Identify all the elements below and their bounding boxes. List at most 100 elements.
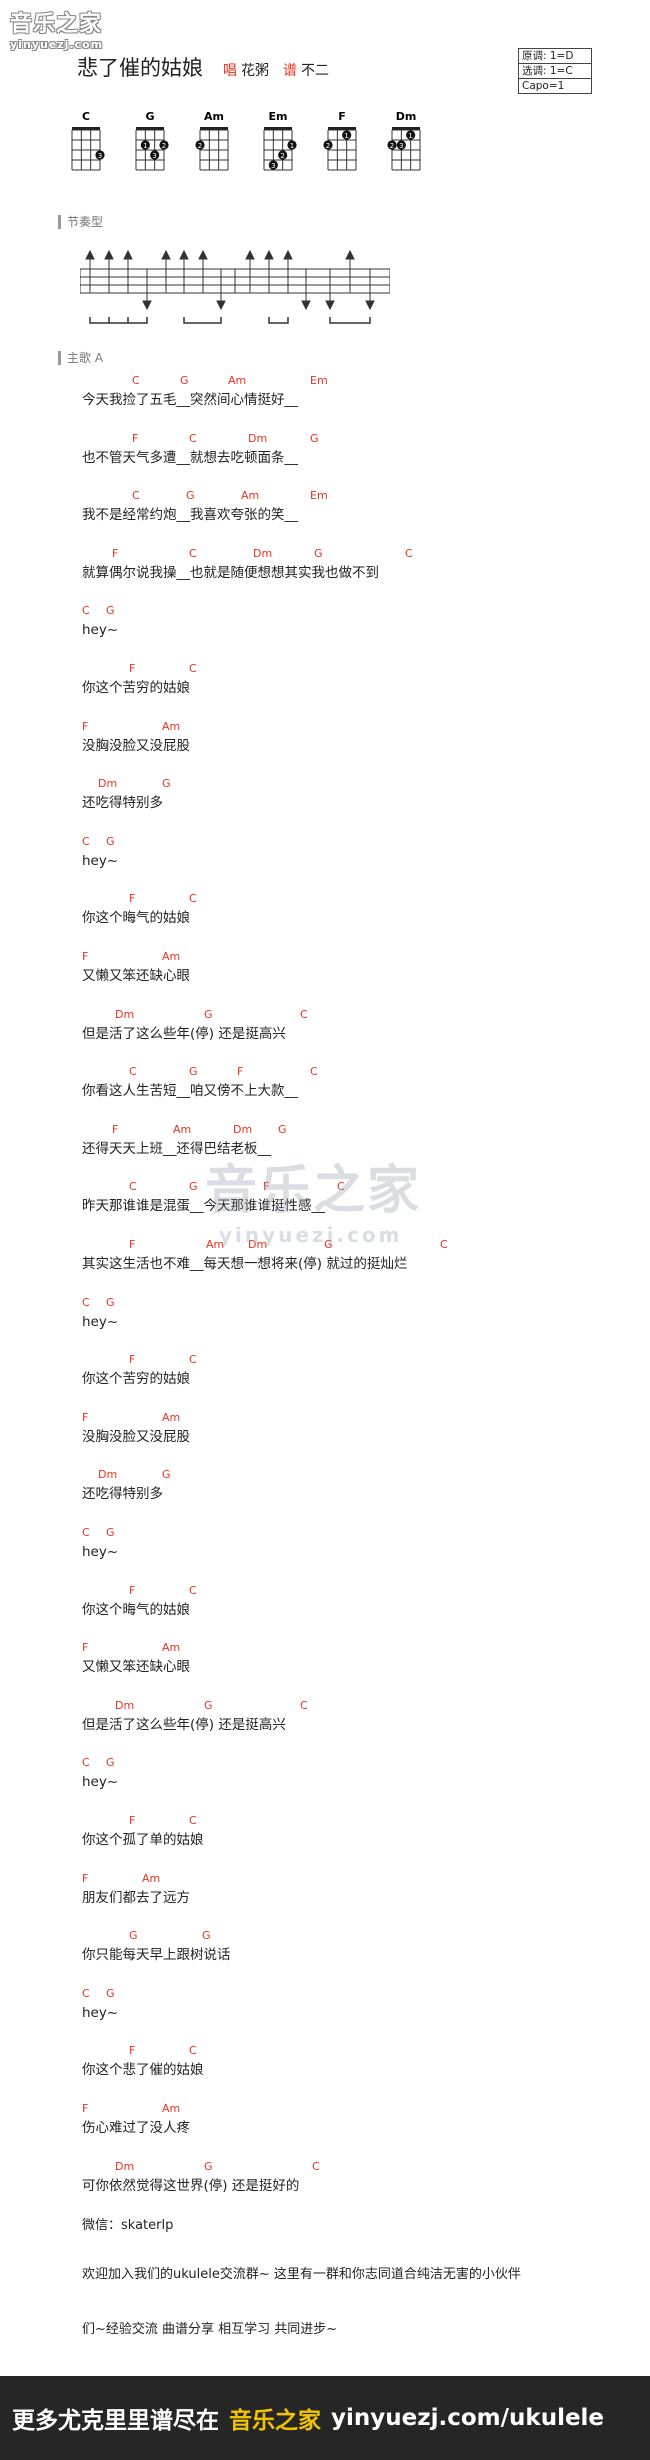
chord-row: FC bbox=[82, 662, 197, 678]
finger-number: 1 bbox=[290, 142, 294, 150]
chord-label: G bbox=[106, 1296, 115, 1309]
chord-label: F bbox=[82, 1411, 89, 1424]
chord-label: F bbox=[129, 2044, 136, 2057]
chord-label: Em bbox=[310, 489, 328, 502]
arranger-label: 谱 bbox=[283, 63, 297, 79]
chord-label: F bbox=[82, 1872, 89, 1885]
lyric-text: 你这个苦穷的姑娘 bbox=[82, 680, 190, 696]
chord-label: G bbox=[278, 1123, 287, 1136]
arranger-name: 不二 bbox=[301, 63, 329, 79]
chord-label: Am bbox=[162, 1411, 181, 1424]
finger-number: 3 bbox=[399, 142, 403, 150]
chord-diagram-name: Em bbox=[269, 112, 288, 123]
finger-number: 2 bbox=[162, 142, 166, 150]
lyric-text: 还吃得特别多 bbox=[82, 795, 163, 811]
chord-label: Dm bbox=[98, 1468, 118, 1481]
chord-label: G bbox=[189, 1065, 198, 1078]
site-logo[interactable]: 音乐之家 yinyuezj.com bbox=[10, 6, 103, 51]
lyric-text: 又懒又笨还缺心眼 bbox=[82, 968, 190, 984]
lyric-line: C Ghey~ bbox=[82, 1296, 118, 1336]
lyric-text: hey~ bbox=[82, 1774, 119, 1790]
chord-label: C bbox=[189, 547, 197, 560]
chord-label: Am bbox=[162, 2102, 181, 2115]
lyric-line: F C Dm G C 就算偶尔说我操__也就是随便想想其实我也做不到 bbox=[82, 547, 413, 587]
chord-label: Am bbox=[162, 1641, 181, 1654]
lyric-line: F C 你这个孤了单的姑娘 bbox=[82, 1814, 204, 1854]
chord-row: Dm G C bbox=[82, 2160, 320, 2176]
lyric-line: F Am 又懒又笨还缺心眼 bbox=[82, 950, 190, 990]
chord-label: G bbox=[204, 1008, 213, 1021]
chord-label: Am bbox=[241, 489, 260, 502]
lyric-line: Dm G C 可你依然觉得这世界(停) 还是挺好的 bbox=[82, 2160, 320, 2200]
chord-row: F Am Dm G bbox=[82, 1123, 287, 1139]
logo-main-text: 音乐之家 bbox=[10, 12, 103, 37]
lyric-text: 还吃得特别多 bbox=[82, 1486, 163, 1502]
lyric-text: 就算偶尔说我操__也就是随便想想其实我也做不到 bbox=[82, 565, 379, 581]
lyric-line: C G Am Em 今天我捡了五毛__突然间心情挺好__ bbox=[82, 374, 328, 414]
lyric-text: 但是活了这么些年(停) 还是挺高兴 bbox=[82, 1717, 286, 1733]
footer-url-link[interactable]: yinyuezj.com/ukulele bbox=[331, 2405, 604, 2431]
chord-row: Dm G bbox=[82, 1468, 171, 1484]
chord-row: CG bbox=[82, 1987, 118, 2003]
chord-label: F bbox=[129, 1238, 136, 1251]
chord-label: Dm bbox=[98, 777, 118, 790]
chord-label: C bbox=[312, 2160, 320, 2173]
chord-label: F bbox=[237, 1065, 244, 1078]
lyric-line: F Am 朋友们都去了远方 bbox=[82, 1872, 190, 1912]
lyric-line: F C Dm G 也不管天气多遭__就想去吃顿面条__ bbox=[82, 432, 319, 472]
rhythm-section-label: 节奏型 bbox=[58, 215, 103, 229]
chord-label: G bbox=[162, 777, 171, 790]
chord-row: F Am bbox=[82, 2102, 190, 2118]
finger-number: 3 bbox=[271, 162, 275, 170]
key-info-box: 原调: 1=D 选调: 1=C Capo=1 bbox=[518, 48, 592, 94]
chord-row: F Am bbox=[82, 1411, 190, 1427]
chord-label: Dm bbox=[253, 547, 273, 560]
chord-label: G bbox=[186, 489, 195, 502]
capo-info: Capo=1 bbox=[522, 80, 565, 92]
chord-row: FC bbox=[82, 1584, 197, 1600]
chord-label: G bbox=[106, 604, 115, 617]
rhythm-pattern bbox=[80, 249, 390, 324]
lyric-line: Dm G C 但是活了这么些年(停) 还是挺高兴 bbox=[82, 1699, 308, 1739]
chord-row: CG bbox=[82, 1296, 118, 1312]
chord-label: Am bbox=[173, 1123, 192, 1136]
watermark-sub: yinyuezj.com bbox=[219, 1223, 403, 1247]
chord-label: C bbox=[310, 1065, 318, 1078]
chord-row: FC bbox=[82, 1353, 197, 1369]
chord-label: F bbox=[132, 432, 139, 445]
chord-diagram-name: Dm bbox=[396, 112, 417, 123]
chord-label: C bbox=[189, 662, 197, 675]
lyric-line: F Am 伤心难过了没人疼 bbox=[82, 2102, 190, 2142]
chord-diagram-am: Am 2 bbox=[195, 112, 229, 171]
lyric-text: 其实这生活也不难__每天想一想将来(停) 就过的挺灿烂 bbox=[82, 1256, 408, 1272]
chord-label: G bbox=[180, 374, 189, 387]
lyric-line: C Ghey~ bbox=[82, 835, 118, 875]
singer-label: 唱 bbox=[223, 63, 237, 79]
chord-row: FC bbox=[82, 1814, 204, 1830]
chord-label: G bbox=[106, 835, 115, 848]
lyric-line: C Ghey~ bbox=[82, 1756, 118, 1796]
chord-diagram-name: C bbox=[82, 112, 90, 123]
finger-number: 1 bbox=[344, 132, 348, 140]
lyric-line: G G 你只能每天早上跟树说话 bbox=[82, 1929, 231, 1969]
chord-label: C bbox=[82, 1987, 90, 2000]
chord-label: G bbox=[189, 1180, 198, 1193]
lyric-line: Dm G C 但是活了这么些年(停) 还是挺高兴 bbox=[82, 1008, 308, 1048]
chord-label: C bbox=[82, 1756, 90, 1769]
chord-label: C bbox=[82, 1296, 90, 1309]
chord-row: FC bbox=[82, 2044, 204, 2060]
play-key: 选调: 1=C bbox=[519, 64, 591, 79]
lyric-text: 你这个晦气的姑娘 bbox=[82, 1602, 190, 1618]
chord-row: Dm G C bbox=[82, 1008, 308, 1024]
footer-banner[interactable]: 更多尤克里里谱尽在 音乐之家 yinyuezj.com/ukulele bbox=[0, 2376, 650, 2460]
chord-label: G bbox=[202, 1929, 211, 1942]
chord-label: F bbox=[129, 1353, 136, 1366]
chord-label: Dm bbox=[115, 1008, 135, 1021]
chord-label: Am bbox=[162, 950, 181, 963]
chord-label: G bbox=[204, 2160, 213, 2173]
lyric-text: hey~ bbox=[82, 622, 119, 638]
chord-row: CG bbox=[82, 604, 118, 620]
lyric-text: 伤心难过了没人疼 bbox=[82, 2120, 190, 2136]
chord-row: Dm G C bbox=[82, 1699, 308, 1715]
chord-row: F Am bbox=[82, 1872, 190, 1888]
